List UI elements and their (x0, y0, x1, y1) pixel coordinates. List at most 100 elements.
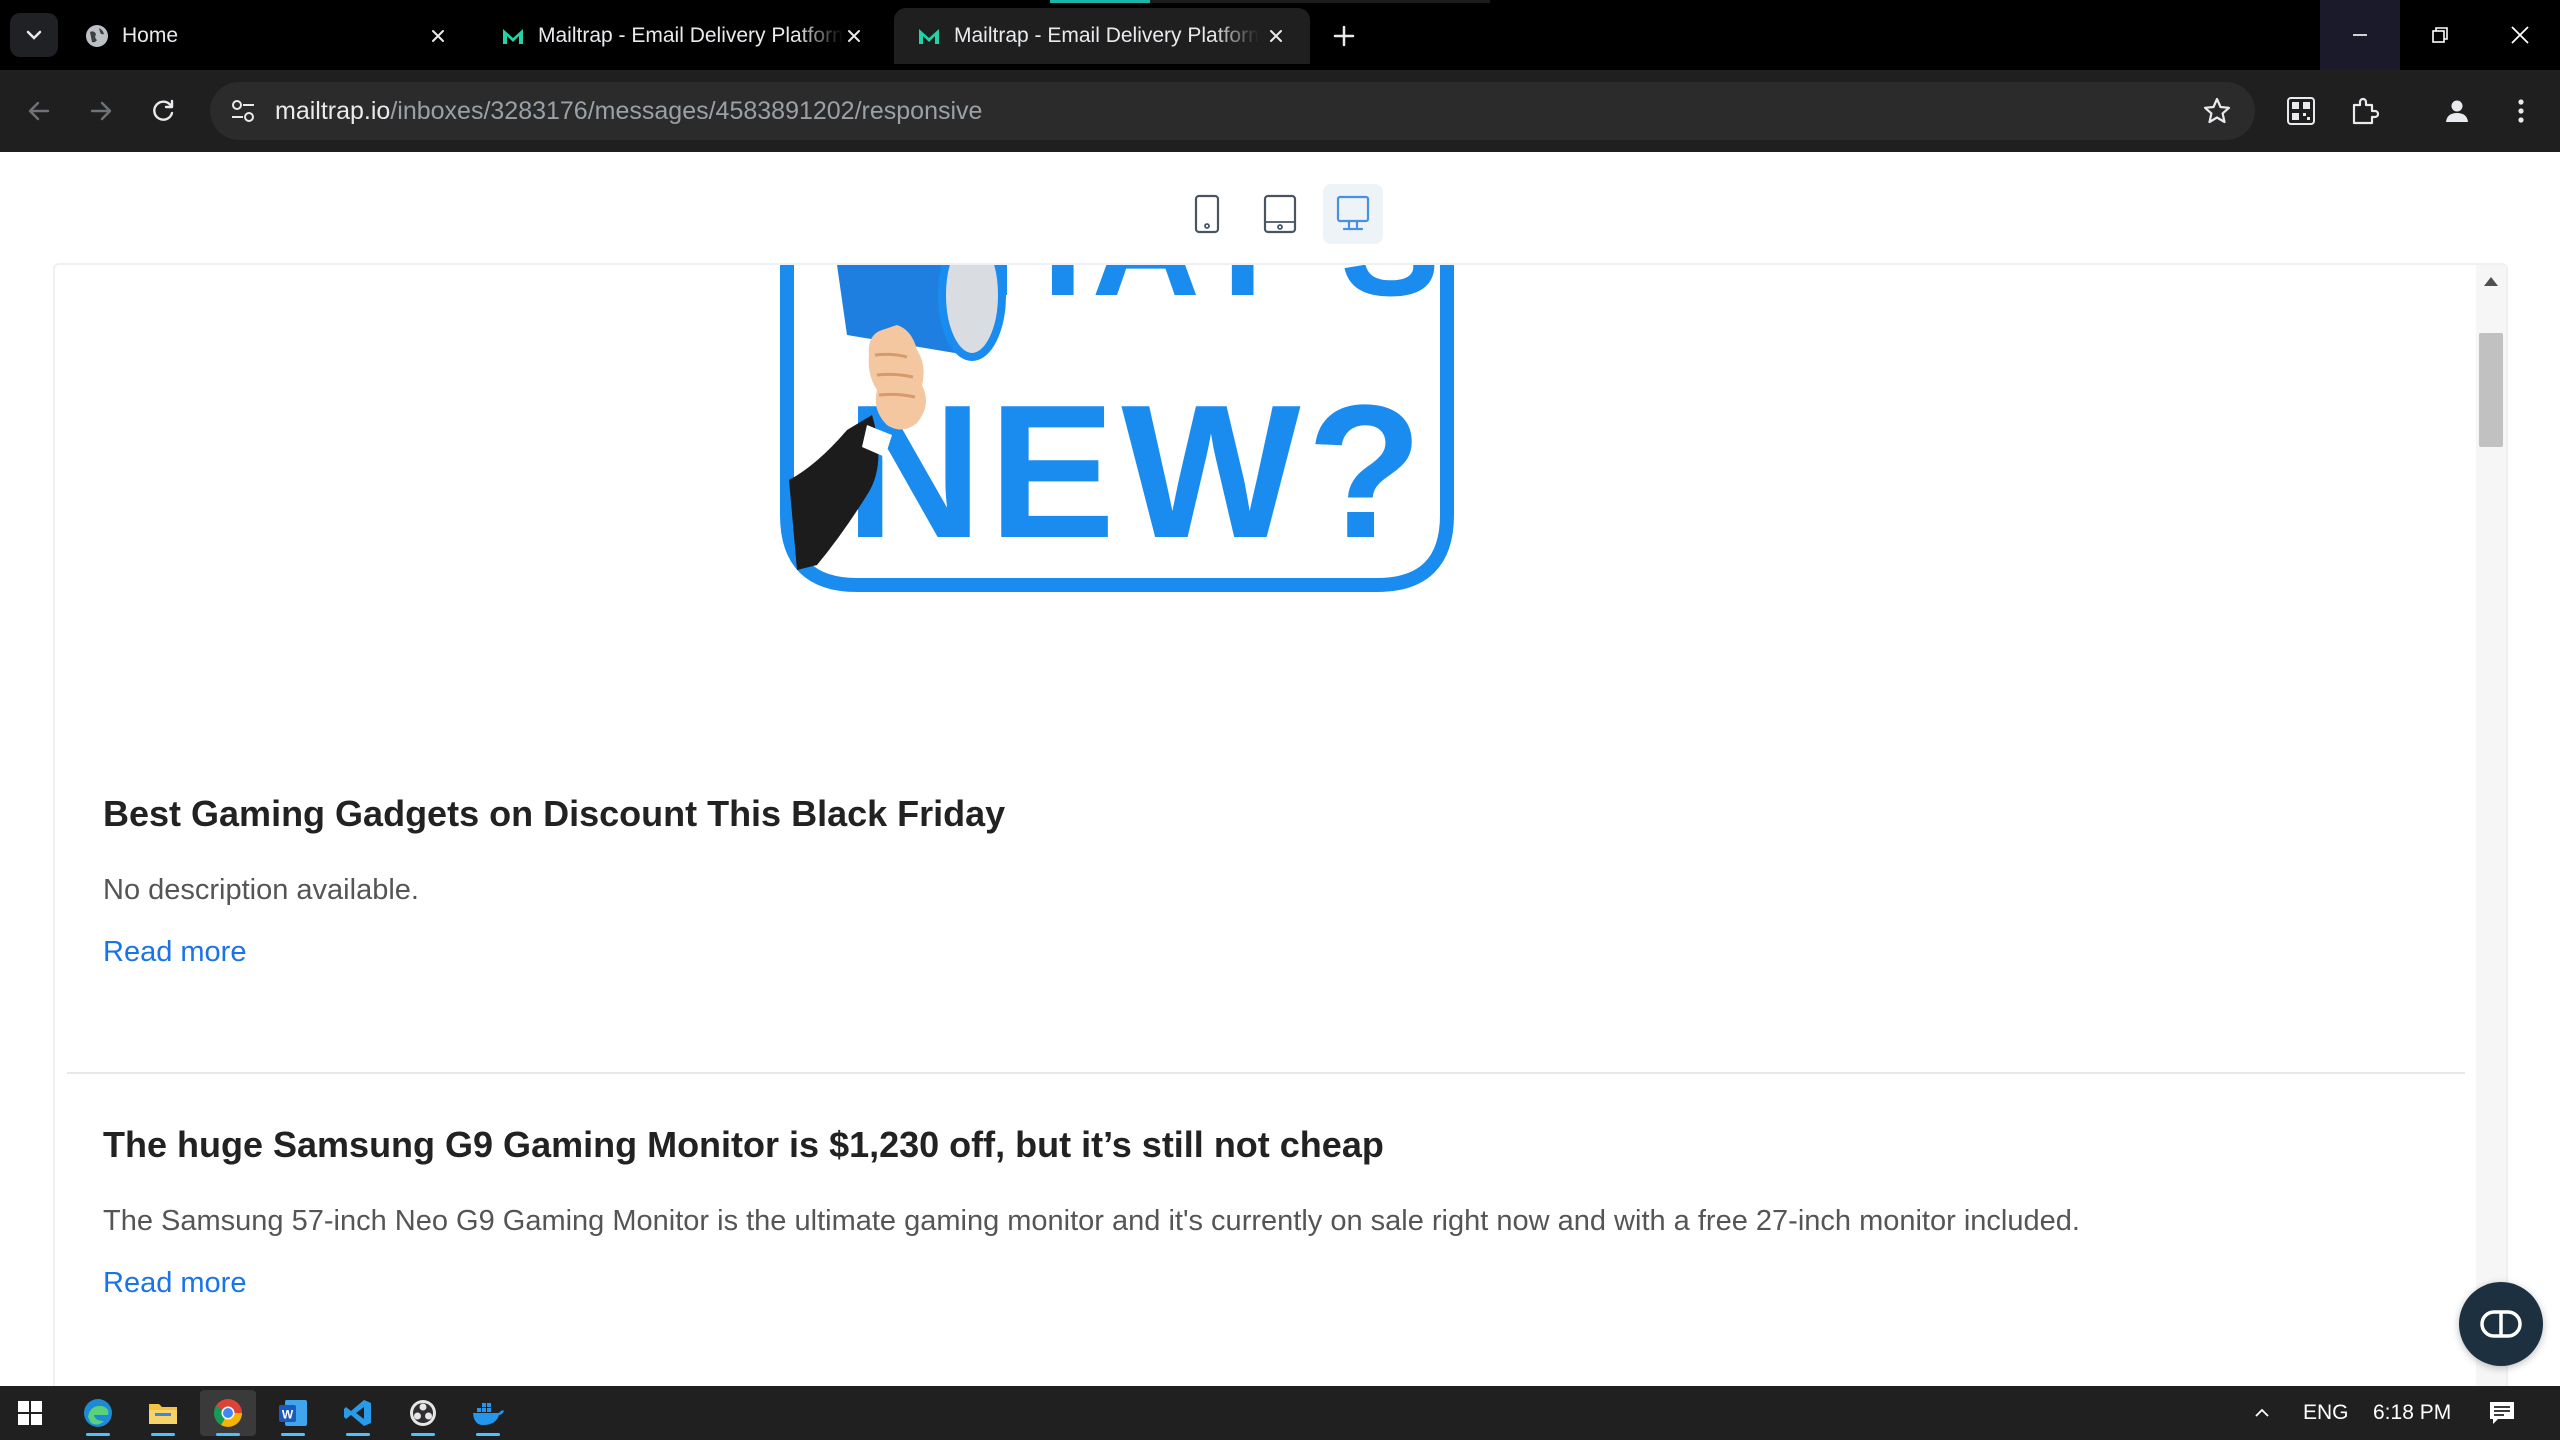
running-indicator (281, 1433, 305, 1436)
start-button[interactable] (2, 1390, 58, 1436)
plus-icon (1333, 25, 1355, 47)
running-indicator (476, 1433, 500, 1436)
new-tab-button[interactable] (1322, 14, 1366, 58)
minimize-icon (2353, 34, 2367, 36)
preview-scrollbar[interactable] (2476, 265, 2506, 1440)
article-2: The huge Samsung G9 Gaming Monitor is $1… (103, 1123, 2463, 1301)
email-preview-frame: WHAT'S NEW? Best Gaming Gadgets on Disco… (53, 263, 2508, 1440)
running-indicator (216, 1433, 240, 1436)
word-icon: W (279, 1400, 307, 1426)
tab-search-button[interactable] (10, 13, 58, 57)
browser-toolbar: mailtrap.io/inboxes/3283176/messages/458… (0, 70, 2560, 152)
taskbar-word[interactable]: W (265, 1390, 321, 1436)
scroll-up-arrow-icon[interactable] (2484, 277, 2498, 286)
svg-text:W: W (282, 1408, 294, 1422)
running-indicator (346, 1433, 370, 1436)
read-more-link[interactable]: Read more (103, 1265, 246, 1301)
qr-code-button[interactable] (2280, 90, 2322, 132)
site-info-icon[interactable] (228, 96, 258, 126)
chat-icon (2480, 1310, 2522, 1338)
windows-taskbar: W ENG 6:18 PM (0, 1386, 2560, 1440)
forward-button[interactable] (80, 90, 122, 132)
viewport-desktop-button[interactable] (1323, 184, 1383, 244)
taskbar-vscode[interactable] (330, 1390, 386, 1436)
article-1: Best Gaming Gadgets on Discount This Bla… (103, 792, 2463, 970)
docker-icon (473, 1403, 504, 1425)
tab-strip-progress (1050, 0, 1490, 3)
reload-icon (153, 99, 174, 121)
close-tab-icon[interactable] (1262, 22, 1290, 50)
bookmark-star-icon[interactable] (2201, 95, 2233, 127)
restore-button[interactable] (2400, 0, 2480, 70)
article-description: The Samsung 57-inch Neo G9 Gaming Monito… (103, 1205, 2080, 1237)
tab-mailtrap-2[interactable]: Mailtrap - Email Delivery Platform (894, 8, 1310, 64)
mailtrap-icon (919, 29, 939, 44)
article-description: No description available. (103, 874, 419, 906)
close-tab-icon[interactable] (424, 22, 452, 50)
edge-icon (84, 1399, 112, 1427)
arrow-left-icon (28, 101, 50, 121)
taskbar-file-explorer[interactable] (135, 1390, 191, 1436)
chevron-down-icon (26, 30, 42, 40)
back-button[interactable] (18, 90, 60, 132)
chrome-icon (214, 1399, 242, 1427)
email-body: WHAT'S NEW? Best Gaming Gadgets on Disco… (55, 265, 2478, 1440)
qr-code-icon (2287, 97, 2315, 125)
obs-icon (410, 1400, 436, 1426)
vscode-icon (344, 1400, 371, 1426)
url-text[interactable]: mailtrap.io/inboxes/3283176/messages/458… (275, 97, 982, 126)
language-indicator[interactable]: ENG (2303, 1401, 2349, 1425)
running-indicator (411, 1433, 435, 1436)
browser-tab-strip: Home Mailtrap - Email Delivery Platform … (0, 0, 2560, 70)
tab-mailtrap-1[interactable]: Mailtrap - Email Delivery Platform (478, 8, 888, 64)
desktop-icon (1336, 195, 1370, 231)
browser-menu-button[interactable] (2500, 90, 2542, 132)
running-indicator (86, 1433, 110, 1436)
profile-button[interactable] (2436, 90, 2478, 132)
taskbar-docker[interactable] (460, 1390, 516, 1436)
read-more-link[interactable]: Read more (103, 934, 246, 970)
taskbar-edge[interactable] (70, 1390, 126, 1436)
mobile-icon (1194, 194, 1220, 234)
tab-title: Mailtrap - Email Delivery Platform (538, 24, 843, 47)
url-path: /inboxes/3283176/messages/4583891202/res… (390, 97, 983, 125)
address-bar[interactable]: mailtrap.io/inboxes/3283176/messages/458… (210, 82, 2255, 140)
help-chat-button[interactable] (2459, 1282, 2543, 1366)
tab-title: Mailtrap - Email Delivery Platform (954, 24, 1259, 47)
restore-icon (2432, 27, 2448, 43)
viewport-mobile-button[interactable] (1177, 184, 1237, 244)
close-tab-icon[interactable] (840, 22, 868, 50)
clock[interactable]: 6:18 PM (2373, 1401, 2451, 1425)
person-icon (2446, 100, 2468, 122)
reload-button[interactable] (142, 90, 184, 132)
taskbar-chrome[interactable] (200, 1390, 256, 1436)
running-indicator (151, 1433, 175, 1436)
notifications-button[interactable] (2478, 1390, 2526, 1436)
article-divider (67, 1072, 2465, 1074)
file-explorer-icon (149, 1404, 177, 1424)
url-host: mailtrap.io (275, 97, 391, 125)
extensions-button[interactable] (2343, 90, 2385, 132)
mailtrap-message-view: WHAT'S NEW? Best Gaming Gadgets on Disco… (0, 152, 2560, 1440)
article-title: Best Gaming Gadgets on Discount This Bla… (103, 793, 1006, 834)
article-title: The huge Samsung G9 Gaming Monitor is $1… (103, 1124, 1384, 1165)
tab-home[interactable]: Home (62, 8, 472, 64)
viewport-tablet-button[interactable] (1250, 184, 1310, 244)
tab-title: Home (122, 24, 179, 47)
puzzle-icon (2352, 97, 2379, 125)
chevron-up-icon (2255, 1408, 2269, 1417)
close-icon (2511, 26, 2529, 44)
hero-main-text: NEW? (845, 366, 1428, 578)
notification-icon (2490, 1402, 2514, 1424)
minimize-button[interactable] (2320, 0, 2400, 70)
close-window-button[interactable] (2480, 0, 2560, 70)
tablet-icon (1263, 194, 1297, 234)
mailtrap-icon (503, 29, 523, 44)
more-vertical-icon (2518, 99, 2524, 123)
arrow-right-icon (90, 101, 112, 121)
whats-new-banner-image: WHAT'S NEW? (780, 265, 1454, 592)
taskbar-obs[interactable] (395, 1390, 451, 1436)
show-hidden-icons-button[interactable] (2242, 1390, 2282, 1436)
scrollbar-thumb[interactable] (2479, 333, 2503, 447)
globe-icon (86, 25, 108, 47)
